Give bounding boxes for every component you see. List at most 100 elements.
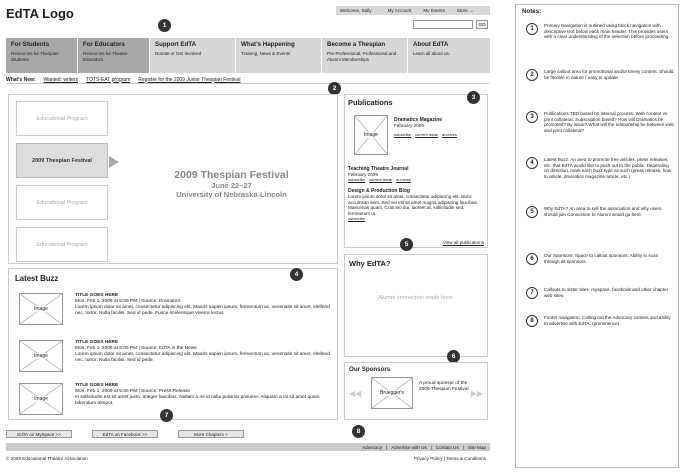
buzz-image: Image — [19, 340, 63, 372]
hero-tab[interactable]: Educational Program — [16, 185, 108, 220]
nav-subtitle: Training, News & Events — [241, 51, 291, 56]
notes-heading: Notes: — [522, 8, 542, 15]
site-map-link[interactable]: Site Map — [468, 445, 486, 450]
my-account-link[interactable]: My Account — [384, 6, 416, 15]
archives-link[interactable]: archives — [396, 177, 411, 182]
separator: | — [386, 444, 388, 450]
whats-new-bar: What's New: Wanted: writers TOTS-EAT pro… — [6, 76, 490, 84]
note-number: 8 — [526, 315, 538, 327]
alumni-text: Alumni connection made here. — [378, 295, 454, 301]
subscribe-link[interactable]: subscribe — [394, 132, 411, 137]
publications-heading: Publications — [348, 98, 393, 107]
note-number: 4 — [526, 157, 538, 169]
logo[interactable]: EdTA Logo — [6, 6, 74, 21]
buzz-text: Lorem ipsum dolor sit amet, consectetur … — [75, 304, 330, 316]
nav-for-educators[interactable]: For Educators Resources for Theatre Educ… — [78, 38, 150, 73]
view-all-publications-link[interactable]: View all publications — [443, 240, 484, 245]
advertise-link[interactable]: Advertise with Us — [391, 445, 427, 450]
why-edta-panel: Why EdTA? Alumni connection made here. — [344, 254, 488, 357]
callout-marker: 1 — [158, 19, 171, 32]
nav-title: Become a Thespian — [327, 41, 386, 48]
note-number: 3 — [526, 111, 538, 123]
footer-nav: Advocacy | Advertise with Us | Contact U… — [6, 443, 490, 451]
note-text: Our Sponsors: Space to callout sponsors.… — [544, 253, 659, 264]
publications-panel: Publications Image Dramatics Magazine Fe… — [344, 94, 488, 248]
image-label: Image — [355, 132, 387, 138]
store-link[interactable]: Store → — [453, 6, 478, 15]
more-chapters-button[interactable]: More Chapters + — [178, 430, 244, 438]
callout-marker: 7 — [160, 409, 173, 422]
note-text: Why EdTA? An area to sell the associatio… — [544, 206, 662, 217]
my-events-link[interactable]: My Events — [419, 6, 448, 15]
nav-support-edta[interactable]: Support EdTA Donate or Get Involved — [150, 38, 236, 73]
nav-become-thespian[interactable]: Become a Thespian Pre-Professional, Prof… — [322, 38, 408, 73]
sponsors-heading: Our Sponsors — [349, 366, 391, 373]
callout-marker: 3 — [467, 91, 480, 104]
nav-for-students[interactable]: For Students Resources for Thespian Stud… — [6, 38, 78, 73]
whats-new-link[interactable]: TOTS-EAT program — [86, 77, 130, 83]
blog-text: Lorem ipsum dolor sit amet, consectetur … — [348, 194, 478, 216]
nav-subtitle: Resources for Theatre Educators — [83, 51, 128, 62]
sponsor-label: Bruegger's — [372, 390, 412, 396]
main-nav: For Students Resources for Thespian Stud… — [6, 38, 490, 73]
advocacy-link[interactable]: Advocacy — [362, 445, 382, 450]
sponsor-logo[interactable]: Bruegger's — [371, 377, 413, 409]
nav-subtitle: Resources for Thespian Students — [11, 51, 59, 62]
image-label: Image — [20, 306, 62, 312]
note-text: Footer navigation. Calling out the Advoc… — [544, 315, 671, 326]
callout-marker: 4 — [290, 268, 303, 281]
facebook-button[interactable]: EdTA on Facebook >> — [92, 430, 158, 438]
nav-title: For Students — [11, 41, 50, 48]
copyright: © 2009 Educational Theatre Association — [6, 456, 88, 461]
current-issue-link[interactable]: current issue — [369, 177, 392, 182]
notes-panel: Notes: 1 Primary Navigation is outlined u… — [515, 4, 679, 468]
welcome-text: Welcome, Sally — [340, 8, 372, 13]
hero-tab-active[interactable]: 2009 Thespian Festival — [16, 143, 108, 178]
hero-tab[interactable]: Educational Program — [16, 227, 108, 262]
buzz-item[interactable]: Image TITLE GOES HERE Mon. Feb 1, 2009 a… — [19, 293, 334, 335]
utility-nav: Welcome, Sally My Account My Events Stor… — [336, 6, 490, 15]
buzz-item[interactable]: Image TITLE GOES HERE Mon. Feb 1, 2009 a… — [19, 383, 334, 425]
callout-marker: 5 — [400, 238, 413, 251]
buzz-text: Lorem ipsum dolor sit amet, consectetur … — [75, 351, 330, 363]
nav-subtitle: Pre-Professional, Professional and Alumn… — [327, 51, 397, 62]
chevron-left-icon[interactable]: ◀◀ — [349, 389, 361, 398]
myspace-button[interactable]: EdTA on MySpace >> — [6, 430, 72, 438]
hero-title: 2009 Thespian Festival — [174, 169, 289, 181]
note-number: 2 — [526, 69, 538, 81]
whats-new-link[interactable]: Register for the 2009 Junior Thespian Fe… — [138, 77, 240, 83]
contact-link[interactable]: Contact Us — [436, 445, 459, 450]
magazine-image: Image — [354, 115, 388, 155]
sponsors-panel: Our Sponsors ◀◀ Bruegger's A proud spons… — [344, 362, 488, 420]
nav-title: About EdTA — [413, 41, 449, 48]
nav-subtitle: Donate or Get Involved — [155, 51, 202, 56]
chevron-right-icon[interactable]: ▶▶ — [471, 389, 483, 398]
subscribe-link[interactable]: subscribe — [348, 216, 365, 221]
latest-buzz-heading: Latest Buzz — [15, 274, 59, 283]
whats-new-link[interactable]: Wanted: writers — [44, 77, 79, 83]
arrow-right-icon — [109, 156, 119, 168]
hero-location: University of Nebraska-Lincoln — [176, 190, 287, 199]
buzz-image: Image — [19, 293, 63, 325]
latest-buzz-panel: Latest Buzz Image TITLE GOES HERE Mon. F… — [8, 268, 338, 420]
buzz-image: Image — [19, 383, 63, 415]
nav-title: What's Happening — [241, 41, 295, 48]
nav-subtitle: Learn all about us. — [413, 51, 451, 56]
search-input[interactable] — [413, 20, 473, 29]
note-text: Primary Navigation is outlined using blo… — [544, 23, 670, 40]
nav-about-edta[interactable]: About EdTA Learn all about us. — [408, 38, 490, 73]
nav-whats-happening[interactable]: What's Happening Training, News & Events — [236, 38, 322, 73]
subscribe-link[interactable]: subscribe — [348, 177, 365, 182]
sister-sites-bar: EdTA on MySpace >> EdTA on Facebook >> M… — [6, 430, 244, 438]
note-text: Large callout area for promotional and/o… — [544, 69, 674, 80]
sponsor-blurb: A proud sponsor of the 2009 Thespian Fes… — [419, 381, 469, 392]
privacy-terms-links[interactable]: Privacy Policy | Terms & Conditions — [414, 456, 486, 461]
nav-title: For Educators — [83, 41, 125, 48]
callout-marker: 8 — [352, 425, 365, 438]
hero-content: 2009 Thespian Festival June 22–27 Univer… — [124, 169, 339, 199]
current-issue-link[interactable]: current issue — [415, 132, 438, 137]
go-button[interactable]: GO — [476, 20, 488, 29]
archives-link[interactable]: archives — [442, 132, 457, 137]
buzz-item[interactable]: Image TITLE GOES HERE Mon. Feb 1, 2009 a… — [19, 340, 334, 382]
hero-tab[interactable]: Educational Program — [16, 101, 108, 136]
